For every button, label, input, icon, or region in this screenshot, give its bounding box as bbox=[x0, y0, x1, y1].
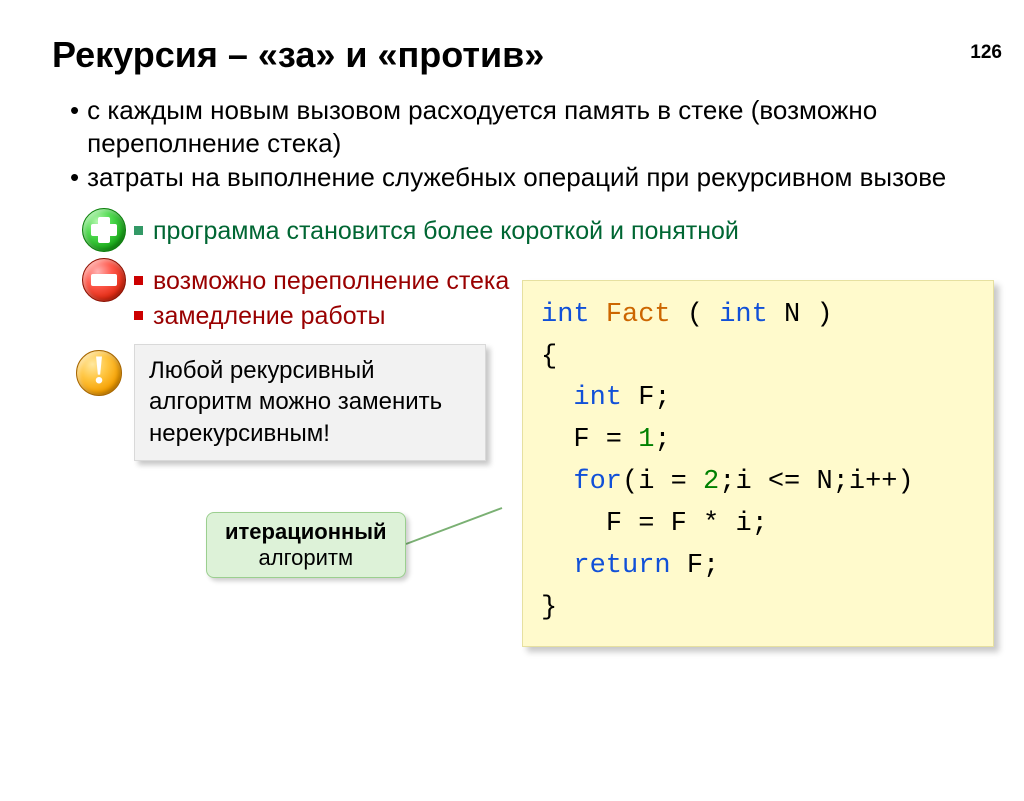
note-box: Любой рекурсивный алгоритм можно заменит… bbox=[134, 344, 486, 461]
square-bullet-icon bbox=[134, 226, 143, 235]
bullet-dot: • bbox=[70, 94, 79, 161]
bullet-dot: • bbox=[70, 161, 79, 194]
slide-title: Рекурсия – «за» и «против» bbox=[52, 34, 1024, 76]
bullet-text: затраты на выполнение служебных операций… bbox=[87, 161, 946, 194]
bullet-item: • затраты на выполнение служебных операц… bbox=[70, 161, 976, 194]
label-bold: итерационный bbox=[225, 519, 387, 544]
exclamation-icon: ! bbox=[76, 350, 122, 396]
bullet-list: • с каждым новым вызовом расходуется пам… bbox=[70, 94, 976, 194]
square-bullet-icon bbox=[134, 276, 143, 285]
plus-icon bbox=[82, 208, 126, 252]
minus-icon bbox=[82, 258, 126, 302]
square-bullet-icon bbox=[134, 311, 143, 320]
code-box: int Fact ( int N ) { int F; F = 1; for(i… bbox=[522, 280, 994, 647]
pro-item: программа становится более короткой и по… bbox=[134, 214, 1024, 249]
page-number: 126 bbox=[970, 42, 1002, 64]
bullet-item: • с каждым новым вызовом расходуется пам… bbox=[70, 94, 976, 161]
con-text: замедление работы bbox=[153, 302, 386, 330]
pro-row: программа становится более короткой и по… bbox=[74, 208, 1024, 252]
con-text: возможно переполнение стека bbox=[153, 267, 509, 295]
label-box: итерационный алгоритм bbox=[206, 512, 406, 578]
bullet-text: с каждым новым вызовом расходуется памят… bbox=[87, 94, 976, 161]
label-rest: алгоритм bbox=[259, 545, 354, 570]
callout-connector bbox=[398, 500, 508, 570]
pro-text: программа становится более короткой и по… bbox=[153, 217, 739, 245]
